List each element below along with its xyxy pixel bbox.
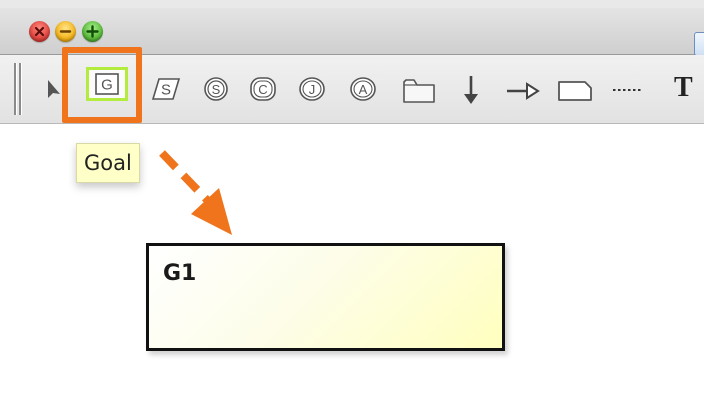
close-button[interactable] [29,21,50,42]
dotted-link-tool-button[interactable] [610,80,646,100]
strategy-tool-letter: S [161,82,171,99]
solution-tool-button[interactable]: S [200,74,232,104]
zoom-button[interactable] [82,21,103,42]
justification-j-oval-icon: J [299,77,325,101]
goal-tooltip: Goal [76,143,140,183]
strategy-s-parallelogram-icon: S [151,78,181,100]
zoom-plus-icon [86,25,99,38]
text-tool-button[interactable]: T [674,74,693,102]
pointer-tool-button[interactable] [44,78,64,102]
pointer-arrow-icon [48,80,60,98]
hollow-arrow-right-icon [507,82,540,100]
context-tool-button[interactable]: C [246,74,280,104]
toolbar-grip[interactable] [14,63,23,115]
assumption-tool-button[interactable]: A [346,74,380,104]
solid-arrow-down-icon [464,76,478,104]
supported-by-tool-button[interactable] [458,72,484,108]
goal-node-g1[interactable]: G1 [146,243,505,351]
context-c-rounded-icon: C [250,77,276,101]
assumption-tool-letter: A [359,82,368,97]
orange-highlight-box [62,47,142,123]
justification-tool-letter: J [309,82,316,97]
minimize-button[interactable] [55,21,76,42]
window-edge-button[interactable] [694,32,704,56]
solution-tool-letter: S [212,82,221,97]
minimize-icon [59,30,72,33]
dotted-line-icon [613,89,643,91]
in-context-of-tool-button[interactable] [503,78,543,104]
screenshot-frame: G S S C J A T Goal G1 [0,0,704,406]
context-tool-letter: C [258,82,267,97]
module-folder-icon [403,79,435,103]
close-icon [34,26,45,37]
solution-s-circle-icon: S [204,77,228,101]
orange-dashed-arrow-icon [159,150,232,235]
module-tool-button[interactable] [400,74,440,106]
note-folded-corner-icon [558,81,592,101]
top-strip [0,0,704,8]
justification-tool-button[interactable]: J [295,74,329,104]
goal-node-label: G1 [163,261,197,286]
strategy-tool-button[interactable]: S [150,74,182,104]
note-tool-button[interactable] [555,76,595,104]
assumption-a-oval-icon: A [350,77,376,101]
text-t-icon: T [674,72,693,103]
